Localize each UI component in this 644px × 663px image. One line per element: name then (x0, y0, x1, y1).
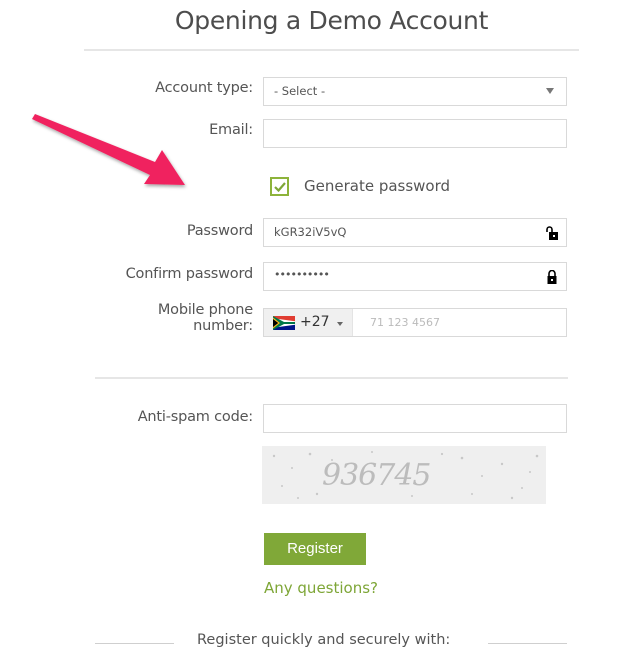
account-type-value: - Select - (274, 84, 326, 98)
annotation-arrow-icon (32, 114, 185, 185)
mobile-label-line2: number: (193, 318, 253, 334)
password-field[interactable]: kGR32iV5vQ (263, 218, 567, 247)
email-field[interactable] (263, 119, 567, 148)
checkmark-icon (274, 182, 286, 193)
confirm-password-value: •••••••••• (274, 268, 330, 281)
unlock-icon[interactable] (546, 226, 558, 240)
email-label: Email: (209, 122, 253, 138)
mobile-phone-label: Mobile phone number: (158, 302, 253, 334)
generate-password-checkbox[interactable] (270, 177, 289, 196)
phone-placeholder: 71 123 4567 (370, 316, 440, 329)
social-register-caption: Register quickly and securely with: (197, 632, 451, 648)
south-africa-flag-icon (273, 316, 295, 330)
account-type-select[interactable]: - Select - (263, 77, 567, 106)
mobile-label-line1: Mobile phone (157, 302, 253, 318)
footer-divider-right (488, 643, 567, 644)
password-value: kGR32iV5vQ (274, 225, 347, 239)
confirm-password-field[interactable]: •••••••••• (263, 262, 567, 291)
lock-icon[interactable] (546, 270, 558, 284)
password-label: Password (186, 223, 253, 239)
country-code-selector[interactable]: +27 (264, 309, 353, 336)
account-type-label: Account type: (155, 80, 253, 96)
mobile-phone-field[interactable]: +27 71 123 4567 (263, 308, 567, 337)
register-button[interactable]: Register (264, 533, 366, 565)
dial-code: +27 (300, 314, 330, 330)
confirm-password-label: Confirm password (125, 266, 254, 282)
captcha-text: 936745 (322, 458, 432, 493)
page-title: Opening a Demo Account (174, 6, 489, 35)
any-questions-link[interactable]: Any questions? (264, 579, 378, 597)
footer-divider-left (95, 643, 174, 644)
caret-down-icon (337, 322, 343, 326)
anti-spam-label: Anti-spam code: (137, 409, 253, 425)
title-divider (84, 49, 579, 51)
dropdown-arrow-icon (546, 88, 554, 94)
anti-spam-field[interactable] (263, 404, 567, 433)
generate-password-label: Generate password (304, 177, 451, 195)
section-divider (95, 377, 568, 379)
captcha-image: 936745 (262, 446, 546, 504)
